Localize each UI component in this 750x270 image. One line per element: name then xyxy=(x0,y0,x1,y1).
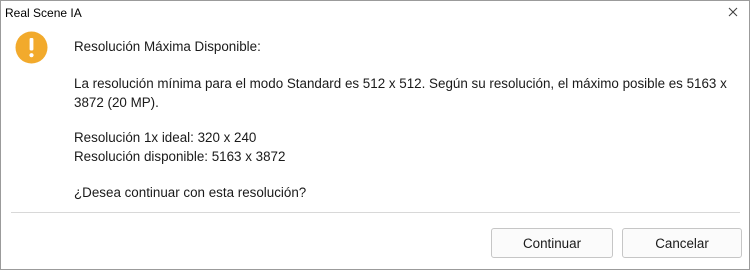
warning-icon xyxy=(15,31,48,64)
footer-separator xyxy=(11,212,740,213)
close-icon xyxy=(728,7,738,17)
confirmation-question: ¿Desea continuar con esta resolución? xyxy=(74,185,307,200)
dialog-heading: Resolución Máxima Disponible: xyxy=(74,39,261,54)
available-resolution-text: Resolución disponible: 5163 x 3872 xyxy=(74,149,286,164)
description-line-2: 3872 (20 MP). xyxy=(74,95,159,110)
cancel-button[interactable]: Cancelar xyxy=(622,228,742,258)
title-bar: Real Scene IA xyxy=(1,1,749,25)
ideal-resolution-text: Resolución 1x ideal: 320 x 240 xyxy=(74,130,257,145)
dialog-message: Resolución Máxima Disponible: La resoluc… xyxy=(74,37,744,202)
window-title: Real Scene IA xyxy=(5,6,82,20)
description-line-1: La resolución mínima para el modo Standa… xyxy=(74,76,727,91)
continue-button[interactable]: Continuar xyxy=(491,228,613,258)
close-button[interactable] xyxy=(725,3,741,21)
dialog-window: Real Scene IA Resolución Máxima Disponib… xyxy=(0,0,750,270)
